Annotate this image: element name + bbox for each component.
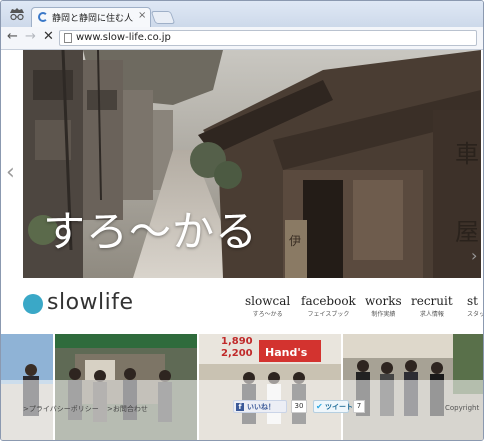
logo-mark	[23, 294, 43, 314]
tab-strip: 静岡と静岡に住む人を紹 ×	[1, 1, 483, 27]
page-viewport: ‹ 伊 車 屋 すろ～かる › slowlife slowcal すろ～かる f…	[1, 50, 483, 440]
shop-sign-text: 車	[455, 140, 479, 168]
page-icon	[64, 33, 72, 43]
site-logo[interactable]: slowlife	[47, 290, 134, 315]
hero-slideshow: 伊 車 屋 すろ～かる	[23, 50, 481, 278]
copyright-text: Copyright	[445, 404, 480, 412]
incognito-icon	[10, 8, 24, 21]
nav-label: recruit	[411, 294, 453, 308]
tab-title: 静岡と静岡に住む人を紹	[52, 14, 134, 24]
nav-sublabel: すろ～かる	[252, 311, 283, 318]
nav-item-works[interactable]: works 制作実績	[365, 294, 402, 318]
nav-item-slowcal[interactable]: slowcal すろ～かる	[245, 294, 290, 318]
sign-text: 伊	[289, 234, 301, 248]
twitter-bird-icon: ✔	[316, 402, 323, 411]
facebook-like-button[interactable]: f いいね！	[233, 400, 287, 413]
photo-sign-text: 1,890	[221, 336, 253, 347]
privacy-policy-link[interactable]: >プライバシーポリシー	[23, 404, 99, 414]
browser-window: 静岡と静岡に住む人を紹 × ← → ✕ www.slow-life.co.jp …	[0, 0, 484, 441]
nav-item-staff[interactable]: st スタッ	[467, 294, 483, 318]
nav-sublabel: フェイスブック	[307, 311, 350, 318]
facebook-icon: f	[236, 403, 244, 411]
nav-label: works	[365, 294, 402, 308]
photo-sign-text: 2,200	[221, 348, 253, 359]
forward-button[interactable]: →	[25, 30, 36, 44]
contact-link[interactable]: >お問合わせ	[107, 404, 148, 414]
back-button[interactable]: ←	[7, 30, 18, 44]
nav-sublabel: 制作実績	[371, 311, 396, 318]
address-bar[interactable]: www.slow-life.co.jp	[59, 30, 477, 46]
nav-item-facebook[interactable]: facebook フェイスブック	[301, 294, 356, 318]
nav-sublabel: 求人情報	[419, 311, 444, 318]
shop-sign-text: 屋	[455, 218, 479, 246]
nav-label: st	[467, 294, 478, 308]
url-text[interactable]: www.slow-life.co.jp	[76, 32, 171, 43]
slider-prev-button[interactable]: ‹	[6, 162, 15, 184]
loading-spinner-icon	[38, 12, 48, 22]
tweet-label: ツイート	[325, 403, 353, 411]
nav-label: slowcal	[245, 294, 291, 308]
tweet-count: 7	[353, 400, 365, 413]
nav-label: facebook	[301, 294, 356, 308]
nav-item-recruit[interactable]: recruit 求人情報	[411, 294, 453, 318]
hero-caption: すろ～かる	[43, 207, 259, 256]
nav-sublabel: スタッ	[467, 311, 483, 318]
browser-tab[interactable]: 静岡と静岡に住む人を紹 ×	[31, 7, 151, 27]
photo-sign-text: Hand's	[265, 346, 308, 359]
stop-button[interactable]: ✕	[43, 30, 54, 44]
browser-toolbar: ← → ✕ www.slow-life.co.jp	[1, 27, 483, 50]
tweet-button[interactable]: ✔ ツイート	[313, 400, 353, 413]
new-tab-button[interactable]	[150, 11, 176, 24]
like-label: いいね！	[247, 403, 275, 411]
tab-close-icon[interactable]: ×	[138, 10, 146, 21]
slider-next-button[interactable]: ›	[471, 248, 477, 264]
like-count: 30	[291, 400, 307, 413]
